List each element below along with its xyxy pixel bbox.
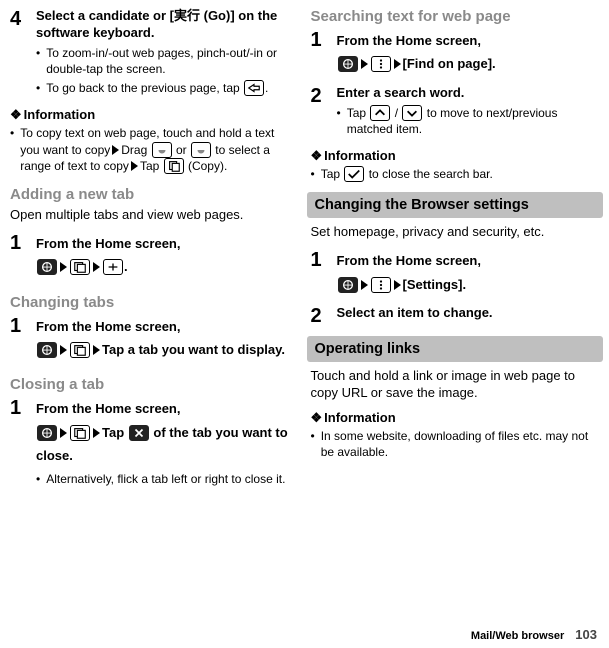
section-heading: Searching text for web page [311,8,600,25]
triangle-icon [394,59,401,69]
info-bullet: To copy text on web page, touch and hold… [10,125,297,174]
bullet: Tap / to move to next/previous matched i… [337,105,600,137]
section-heading: Closing a tab [10,376,297,393]
step-title: Enter a search word. [337,85,600,102]
tabs-icon [70,425,90,441]
step-number: 4 [10,8,36,99]
step-1: 1 From the Home screen, Tap of the tab y… [10,397,297,489]
triangle-icon [60,428,67,438]
section-heading: Changing tabs [10,294,297,311]
plus-icon [103,259,123,275]
browser-icon [37,259,57,275]
step-number: 2 [311,305,337,326]
info-heading: Information [10,107,297,123]
step-number: 1 [311,29,337,79]
info-bullet: Tap to close the search bar. [311,166,600,182]
info-heading: Information [311,410,600,426]
back-key-icon [244,80,264,96]
triangle-icon [93,345,100,355]
step-title: From the Home screen, [Settings]. [337,249,600,296]
step-1: 1 From the Home screen, [Settings]. [311,249,600,299]
bullet: To zoom-in/-out web pages, pinch-out/-in… [36,45,297,77]
step-number: 1 [10,315,36,365]
step-4: 4 Select a candidate or [実行 (Go)] on the… [10,8,297,99]
step-number: 2 [311,85,337,140]
triangle-icon [60,345,67,355]
band-heading: Operating links [307,336,604,362]
check-icon [344,166,364,182]
chevron-down-icon [402,105,422,121]
info-heading: Information [311,148,600,164]
close-x-icon [129,425,149,441]
menu-icon [371,277,391,293]
step-number: 1 [311,249,337,299]
step-title: From the Home screen, Tap a tab you want… [36,315,297,362]
page-footer: Mail/Web browser 103 [471,627,597,642]
bullet: To go back to the previous page, tap . [36,80,297,96]
section-heading: Adding a new tab [10,186,297,203]
browser-icon [338,277,358,293]
triangle-icon [361,59,368,69]
triangle-icon [131,161,138,171]
chevron-up-icon [370,105,390,121]
section-intro: Set homepage, privacy and security, etc. [311,224,600,241]
section-name: Mail/Web browser [471,630,564,642]
tabs-icon [70,342,90,358]
browser-icon [37,342,57,358]
triangle-icon [394,280,401,290]
handle-right-icon [191,142,211,158]
step-number: 1 [10,232,36,282]
browser-icon [338,56,358,72]
info-bullet: In some website, downloading of files et… [311,428,600,460]
copy-icon [164,158,184,174]
step-2: 2 Select an item to change. [311,305,600,326]
triangle-icon [361,280,368,290]
step-title: From the Home screen, [Find on page]. [337,29,600,76]
step-1: 1 From the Home screen, . [10,232,297,282]
step-number: 1 [10,397,36,489]
triangle-icon [93,262,100,272]
step-1: 1 From the Home screen, Tap a tab you wa… [10,315,297,365]
triangle-icon [60,262,67,272]
triangle-icon [93,428,100,438]
page-number: 103 [575,627,597,642]
handle-left-icon [152,142,172,158]
section-intro: Touch and hold a link or image in web pa… [311,368,600,402]
menu-icon [371,56,391,72]
step-title: Select an item to change. [337,305,600,322]
triangle-icon [112,145,119,155]
browser-icon [37,425,57,441]
step-title: From the Home screen, . [36,232,297,279]
tabs-icon [70,259,90,275]
step-title: Select a candidate or [実行 (Go)] on the s… [36,8,297,42]
band-heading: Changing the Browser settings [307,192,604,218]
step-1: 1 From the Home screen, [Find on page]. [311,29,600,79]
step-2: 2 Enter a search word. Tap / to move to … [311,85,600,140]
bullet: Alternatively, flick a tab left or right… [36,471,297,487]
section-intro: Open multiple tabs and view web pages. [10,207,297,224]
step-title: From the Home screen, Tap of the tab you… [36,397,297,467]
